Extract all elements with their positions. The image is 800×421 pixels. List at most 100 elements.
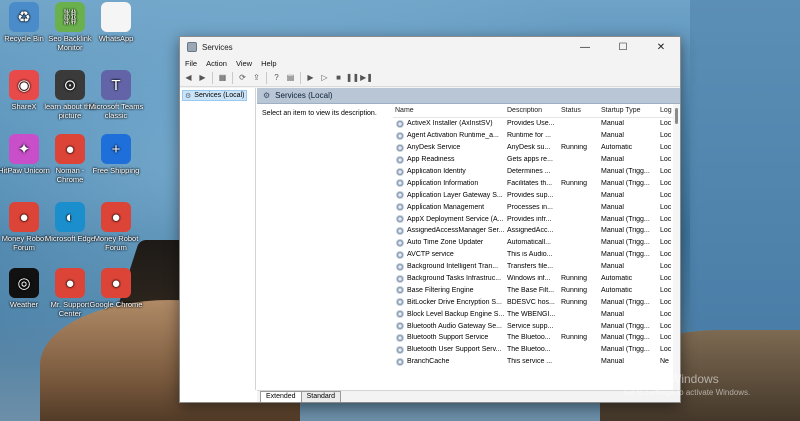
column-header-name[interactable]: Name (393, 107, 505, 114)
service-gear-icon (396, 357, 404, 366)
start-service-alt-icon[interactable]: ▷ (319, 72, 330, 83)
table-row[interactable]: BranchCache This service ... Manual Ne (393, 356, 680, 368)
table-row[interactable]: AppX Deployment Service (A... Provides in… (393, 213, 680, 225)
service-name: Bluetooth Audio Gateway Se... (407, 322, 502, 330)
service-name: Bluetooth Support Service (407, 334, 489, 342)
refresh-icon[interactable]: ⟳ (237, 72, 248, 83)
table-row[interactable]: Auto Time Zone Updater Automaticall... Man… (393, 237, 680, 249)
table-row[interactable]: ActiveX Installer (AxInstSV) Provides Use… (393, 118, 680, 130)
menu-action[interactable]: Action (206, 59, 227, 68)
service-status: Running (561, 286, 588, 294)
table-row[interactable]: AnyDesk Service AnyDesk su... Running Autom… (393, 142, 680, 154)
restart-service-icon[interactable]: ▶❚ (360, 72, 373, 83)
service-startup-type: Manual (601, 358, 624, 366)
scrollbar-thumb[interactable] (675, 108, 678, 124)
service-startup-type: Automatic (601, 275, 633, 283)
table-row[interactable]: Bluetooth Audio Gateway Se... Service sup… (393, 320, 680, 332)
service-startup-type: Manual (Trigg... (601, 334, 650, 342)
table-row[interactable]: App Readiness Gets apps re... Manual Loc (393, 154, 680, 166)
column-header-description[interactable]: Description (505, 107, 559, 114)
service-gear-icon (396, 131, 404, 140)
service-description: The Bluetoo... (507, 346, 551, 354)
service-log-on-as: Loc (660, 286, 672, 294)
service-gear-icon (396, 310, 404, 319)
pause-service-icon[interactable]: ❚❚ (346, 72, 359, 83)
column-header-log-on-as[interactable]: Log (658, 107, 672, 114)
toolbar-separator (232, 71, 233, 84)
service-description: Facilitates th... (507, 179, 553, 187)
table-row[interactable]: Application Identity Determines ... Manual… (393, 166, 680, 178)
edge-icon: ◐ (55, 202, 85, 232)
service-name-cell: AppX Deployment Service (A... (393, 215, 505, 224)
properties-icon[interactable]: ▤ (285, 72, 296, 83)
minimize-button[interactable]: — (566, 37, 604, 57)
back-arrow-icon[interactable]: ◀ (183, 72, 194, 83)
menu-view[interactable]: View (236, 59, 252, 68)
menu-file[interactable]: File (185, 59, 197, 68)
table-row[interactable]: Background Tasks Infrastruc... Windows in… (393, 273, 680, 285)
service-gear-icon (396, 191, 404, 200)
service-name-cell: Auto Time Zone Updater (393, 238, 505, 247)
close-button[interactable]: ✕ (642, 37, 680, 57)
desktop-shortcut[interactable]: + Free Shipping (88, 134, 144, 175)
table-row[interactable]: Background Intelligent Tran... Transfers … (393, 261, 680, 273)
service-name-cell: App Readiness (393, 155, 505, 164)
vertical-scrollbar[interactable] (673, 104, 680, 390)
table-row[interactable]: AVCTP service This is Audio... Manual (Tri… (393, 249, 680, 261)
service-status: Running (561, 298, 588, 306)
service-description: Provides sup... (507, 191, 554, 199)
service-name-cell: Application Information (393, 179, 505, 188)
table-row[interactable]: Application Information Facilitates th...… (393, 177, 680, 189)
service-name: Background Tasks Infrastruc... (407, 275, 502, 283)
table-row[interactable]: AssignedAccessManager Ser... AssignedAcc.… (393, 225, 680, 237)
service-gear-icon (396, 322, 404, 331)
table-row[interactable]: Application Layer Gateway S... Provides s… (393, 189, 680, 201)
stop-service-icon[interactable]: ■ (333, 72, 344, 83)
service-name-cell: Base Filtering Engine (393, 286, 505, 295)
table-row[interactable]: Agent Activation Runtime_a... Runtime for… (393, 130, 680, 142)
service-description: Runtime for ... (507, 132, 551, 140)
service-name: Application Management (407, 203, 485, 211)
services-rows: ActiveX Installer (AxInstSV) Provides Use… (393, 118, 680, 368)
desktop-shortcut[interactable]: WhatsApp (88, 2, 144, 43)
service-name-cell: Background Intelligent Tran... (393, 262, 505, 271)
service-gear-icon (396, 119, 404, 128)
start-service-icon[interactable]: ▶ (305, 72, 316, 83)
service-description: Provides Use... (507, 120, 555, 128)
service-gear-icon (396, 298, 404, 307)
service-log-on-as: Loc (660, 120, 672, 128)
show-hide-console-tree-icon[interactable]: ▦ (217, 72, 228, 83)
sharex-icon: ◉ (9, 70, 39, 100)
forward-arrow-icon[interactable]: ▶ (197, 72, 208, 83)
service-gear-icon (396, 155, 404, 164)
help-icon[interactable]: ? (271, 72, 282, 83)
table-row[interactable]: BitLocker Drive Encryption S... BDESVC ho… (393, 296, 680, 308)
table-row[interactable]: Bluetooth User Support Serv... The Blueto… (393, 344, 680, 356)
menu-help[interactable]: Help (261, 59, 276, 68)
tab-extended[interactable]: Extended (260, 391, 302, 402)
service-log-on-as: Loc (660, 132, 672, 140)
service-startup-type: Automatic (601, 286, 633, 294)
column-header-status[interactable]: Status (559, 107, 599, 114)
service-name: Bluetooth User Support Serv... (407, 346, 502, 354)
chrome-icon: ● (101, 202, 131, 232)
desktop-shortcut[interactable]: ● Money Robot Forum (88, 202, 144, 252)
tab-standard[interactable]: Standard (300, 391, 342, 402)
table-row[interactable]: Application Management Processes in... Man… (393, 201, 680, 213)
desktop-shortcut[interactable]: ● Google Chrome (88, 268, 144, 309)
chrome-icon: ● (9, 202, 39, 232)
service-gear-icon (396, 238, 404, 247)
table-row[interactable]: Base Filtering Engine The Base Filt... Run… (393, 284, 680, 296)
export-list-icon[interactable]: ⇪ (251, 72, 262, 83)
maximize-button[interactable]: ☐ (604, 37, 642, 57)
title-bar[interactable]: Services — ☐ ✕ (180, 37, 680, 57)
desktop-shortcut[interactable]: T Microsoft Teams classic (88, 70, 144, 120)
column-headers: ^ Name Description Status Startup Type L… (393, 104, 680, 118)
service-description: Service supp... (507, 322, 554, 330)
service-startup-type: Manual (601, 120, 624, 128)
table-row[interactable]: Bluetooth Support Service The Bluetoo... R… (393, 332, 680, 344)
toolbar: ◀ ▶ ▦ ⟳ ⇪ ? ▤ ▶ ▷ ■ ❚❚ ▶❚ (180, 69, 680, 87)
tree-item-services-local[interactable]: ⚙ Services (Local) (182, 90, 247, 101)
table-row[interactable]: Block Level Backup Engine S... The WBENGI… (393, 308, 680, 320)
column-header-startup-type[interactable]: Startup Type (599, 107, 658, 114)
